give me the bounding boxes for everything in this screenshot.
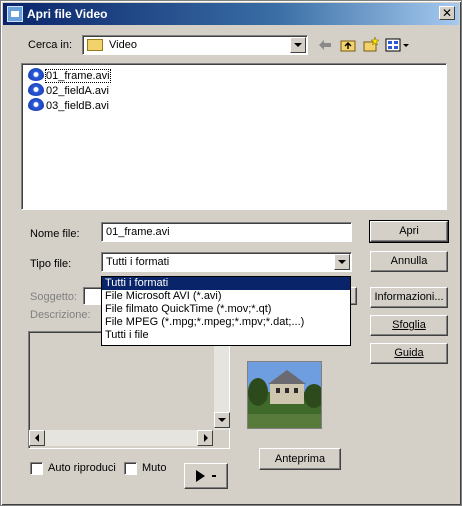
autoplay-label: Auto riproduci bbox=[48, 462, 116, 474]
autoplay-checkbox[interactable] bbox=[30, 462, 43, 475]
dropdown-option[interactable]: Tutti i file bbox=[102, 329, 350, 342]
look-in-combo[interactable]: Video bbox=[82, 35, 308, 55]
video-file-icon bbox=[28, 83, 44, 96]
dropdown-option[interactable]: File filmato QuickTime (*.mov;*.qt) bbox=[102, 303, 350, 316]
mute-label: Muto bbox=[142, 462, 167, 474]
description-textarea[interactable] bbox=[28, 331, 230, 449]
list-item[interactable]: 03_fieldB.avi bbox=[28, 98, 109, 113]
filetype-dropdown-list[interactable]: Tutti i formati File Microsoft AVI (*.av… bbox=[101, 276, 351, 346]
cancel-button[interactable]: Annulla bbox=[370, 251, 448, 272]
browse-button[interactable]: Sfoglia bbox=[370, 315, 448, 336]
filetype-value: Tutti i formati bbox=[106, 256, 170, 268]
play-button[interactable] bbox=[184, 463, 228, 489]
close-button[interactable]: ✕ bbox=[439, 6, 455, 20]
chevron-down-icon[interactable] bbox=[290, 37, 306, 53]
description-label: Descrizione: bbox=[30, 309, 91, 321]
dropdown-option[interactable]: File MPEG (*.mpg;*.mpeg;*.mpv;*.dat;...) bbox=[102, 316, 350, 329]
scroll-right-icon[interactable] bbox=[197, 430, 213, 446]
horizontal-scrollbar[interactable] bbox=[29, 430, 213, 446]
scroll-down-icon[interactable] bbox=[214, 412, 230, 428]
open-button[interactable]: Apri bbox=[369, 220, 449, 243]
filename-label: Nome file: bbox=[30, 228, 80, 240]
vertical-scrollbar[interactable] bbox=[213, 332, 230, 430]
list-item[interactable]: 01_frame.avi bbox=[28, 68, 111, 83]
filename-input[interactable]: 01_frame.avi bbox=[101, 222, 352, 242]
window-title: Apri file Video bbox=[27, 7, 108, 21]
title-bar: Apri file Video ✕ bbox=[3, 3, 459, 25]
preview-button[interactable]: Anteprima bbox=[259, 448, 341, 470]
video-file-icon bbox=[28, 68, 44, 81]
chateau-thumbnail bbox=[248, 362, 321, 428]
app-icon bbox=[7, 6, 23, 22]
help-button[interactable]: Guida bbox=[370, 343, 448, 364]
filetype-label: Tipo file: bbox=[30, 258, 72, 270]
mute-checkbox[interactable] bbox=[124, 462, 137, 475]
subject-label: Soggetto: bbox=[30, 291, 78, 303]
look-in-label: Cerca in: bbox=[28, 39, 73, 51]
open-video-dialog: Apri file Video ✕ Cerca in: Video 01_fra… bbox=[0, 0, 462, 506]
back-arrow-icon[interactable] bbox=[316, 36, 334, 54]
play-icon bbox=[196, 470, 216, 482]
file-list[interactable]: 01_frame.avi 02_fieldA.avi 03_fieldB.avi bbox=[21, 63, 447, 210]
chevron-down-icon[interactable] bbox=[334, 254, 350, 270]
scroll-left-icon[interactable] bbox=[29, 430, 45, 446]
video-preview-image bbox=[247, 361, 322, 429]
folder-icon bbox=[87, 39, 103, 51]
subject-input[interactable] bbox=[83, 287, 103, 305]
video-file-icon bbox=[28, 98, 44, 111]
list-item[interactable]: 02_fieldA.avi bbox=[28, 83, 109, 98]
view-menu-icon[interactable] bbox=[385, 36, 411, 54]
new-folder-icon[interactable] bbox=[362, 36, 380, 54]
look-in-value: Video bbox=[109, 39, 137, 51]
dropdown-option[interactable]: File Microsoft AVI (*.avi) bbox=[102, 290, 350, 303]
filetype-select[interactable]: Tutti i formati bbox=[101, 252, 352, 272]
up-folder-icon[interactable] bbox=[339, 36, 357, 54]
filename-value: 01_frame.avi bbox=[106, 226, 170, 238]
information-button[interactable]: Informazioni... bbox=[370, 287, 448, 308]
dropdown-option[interactable]: Tutti i formati bbox=[102, 277, 350, 290]
